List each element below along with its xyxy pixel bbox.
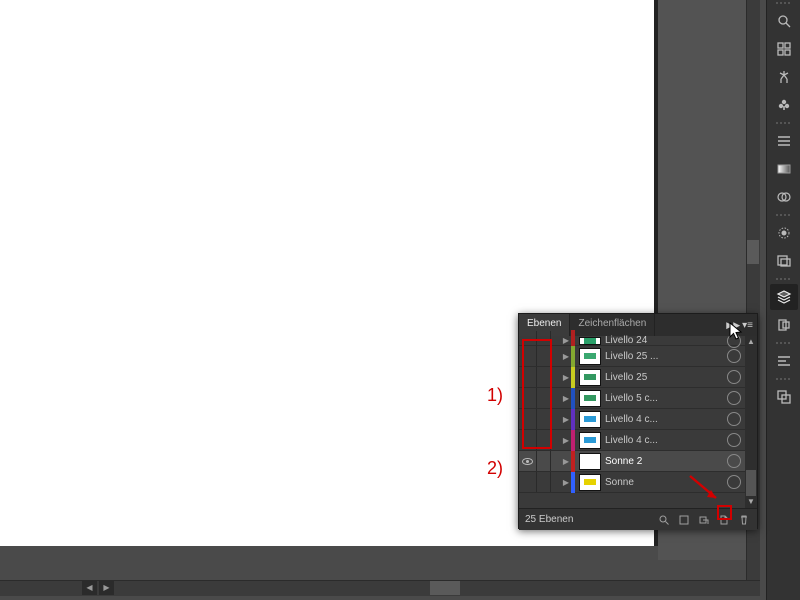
- layer-row[interactable]: ▶ Livello 4 c...: [519, 430, 757, 451]
- new-sublayer-icon[interactable]: [697, 513, 711, 527]
- expand-arrow-icon[interactable]: ▶: [561, 336, 571, 345]
- layer-thumbnail: [579, 432, 601, 449]
- panel-menu-icon[interactable]: ▾≡: [742, 320, 753, 331]
- annotation-box-newlayer: [717, 505, 732, 520]
- make-clipping-mask-icon[interactable]: [677, 513, 691, 527]
- dock-grip-5: [767, 340, 800, 346]
- layer-color-chip: [571, 451, 575, 472]
- layer-name-label: Livello 25 ...: [605, 351, 723, 362]
- layer-color-chip: [571, 367, 575, 388]
- layer-color-chip: [571, 388, 575, 409]
- hscroll-left-button[interactable]: ◀: [82, 581, 97, 595]
- target-icon[interactable]: [727, 475, 741, 489]
- annotation-label-2: 2): [487, 458, 503, 479]
- appearance-icon[interactable]: [770, 220, 798, 246]
- locate-object-icon[interactable]: [657, 513, 671, 527]
- expand-arrow-icon[interactable]: ▶: [561, 352, 571, 361]
- lock-toggle[interactable]: [537, 451, 551, 471]
- expand-arrow-icon[interactable]: ▶: [561, 457, 571, 466]
- layer-row[interactable]: ▶ Livello 5 c...: [519, 388, 757, 409]
- align-icon[interactable]: [770, 128, 798, 154]
- layer-name-label: Livello 5 c...: [605, 393, 723, 404]
- target-icon[interactable]: [727, 454, 741, 468]
- symbols-icon[interactable]: [770, 348, 798, 374]
- layer-name-label: Livello 4 c...: [605, 435, 723, 446]
- target-icon[interactable]: [727, 412, 741, 426]
- find-icon[interactable]: [770, 8, 798, 34]
- layer-row[interactable]: ▶ Livello 4 c...: [519, 409, 757, 430]
- target-icon[interactable]: [727, 370, 741, 384]
- target-icon[interactable]: [727, 349, 741, 363]
- visibility-toggle[interactable]: [519, 472, 537, 492]
- horizontal-scrollbar[interactable]: [0, 580, 760, 596]
- layer-row[interactable]: ▶ Livello 25 ...: [519, 346, 757, 367]
- target-icon[interactable]: [727, 391, 741, 405]
- graphic-styles-icon[interactable]: [770, 248, 798, 274]
- gradient-icon[interactable]: [770, 156, 798, 182]
- brushes-icon[interactable]: [770, 384, 798, 410]
- annotation-box-1: [522, 339, 552, 449]
- dock-grip-4: [767, 276, 800, 282]
- scroll-down-icon[interactable]: ▼: [745, 496, 757, 508]
- layer-name-label: Livello 4 c...: [605, 414, 723, 425]
- layer-thumbnail: [579, 348, 601, 365]
- panel-dock: [766, 0, 800, 600]
- scroll-up-icon[interactable]: ▲: [745, 336, 757, 348]
- mouse-cursor-icon: [729, 322, 743, 342]
- transparency-icon[interactable]: [770, 184, 798, 210]
- lock-toggle[interactable]: [537, 472, 551, 492]
- layer-name-label: Livello 25: [605, 372, 723, 383]
- layer-count-label: 25 Ebenen: [525, 514, 651, 525]
- annotation-label-1: 1): [487, 385, 503, 406]
- layer-thumbnail: [579, 390, 601, 407]
- eye-icon: [522, 458, 533, 465]
- expand-arrow-icon[interactable]: ▶: [561, 436, 571, 445]
- hscroll-right-button[interactable]: ▶: [99, 581, 114, 595]
- layer-thumbnail: [579, 474, 601, 491]
- layer-name-label: Livello 24: [605, 335, 723, 346]
- layer-color-chip: [571, 430, 575, 451]
- layer-thumbnail: [579, 411, 601, 428]
- vscroll-thumb[interactable]: [747, 240, 759, 264]
- layers-icon[interactable]: [770, 284, 798, 310]
- delete-layer-icon[interactable]: [737, 513, 751, 527]
- dock-grip: [767, 0, 800, 6]
- tab-artboards[interactable]: Zeichenflächen: [570, 314, 655, 336]
- target-icon[interactable]: [727, 433, 741, 447]
- layer-thumbnail: [579, 337, 601, 345]
- layers-scrollbar[interactable]: ▲ ▼: [745, 336, 757, 508]
- expand-arrow-icon[interactable]: ▶: [561, 415, 571, 424]
- layer-row[interactable]: ▶ Livello 24: [519, 336, 757, 346]
- annotation-arrow: [686, 472, 724, 506]
- layers-scroll-thumb[interactable]: [746, 470, 756, 496]
- dock-grip-3: [767, 212, 800, 218]
- club-icon[interactable]: [770, 92, 798, 118]
- layer-name-label: Sonne 2: [605, 456, 723, 467]
- panel-tab-bar: Ebenen Zeichenflächen ▶▶ ▾≡: [519, 314, 757, 336]
- layer-thumbnail: [579, 453, 601, 470]
- artboards-panel-icon[interactable]: [770, 312, 798, 338]
- grid-icon[interactable]: [770, 36, 798, 62]
- expand-arrow-icon[interactable]: ▶: [561, 478, 571, 487]
- dock-grip-2: [767, 120, 800, 126]
- layer-thumbnail: [579, 369, 601, 386]
- visibility-toggle[interactable]: [519, 451, 537, 471]
- layer-color-chip: [571, 472, 575, 493]
- dock-grip-6: [767, 376, 800, 382]
- layer-row[interactable]: ▶ Livello 25: [519, 367, 757, 388]
- layer-row[interactable]: ▶ Sonne 2: [519, 451, 757, 472]
- layer-color-chip: [571, 346, 575, 367]
- expand-arrow-icon[interactable]: ▶: [561, 394, 571, 403]
- hscroll-thumb[interactable]: [430, 581, 460, 595]
- layer-color-chip: [571, 409, 575, 430]
- expand-arrow-icon[interactable]: ▶: [561, 373, 571, 382]
- puppet-icon[interactable]: [770, 64, 798, 90]
